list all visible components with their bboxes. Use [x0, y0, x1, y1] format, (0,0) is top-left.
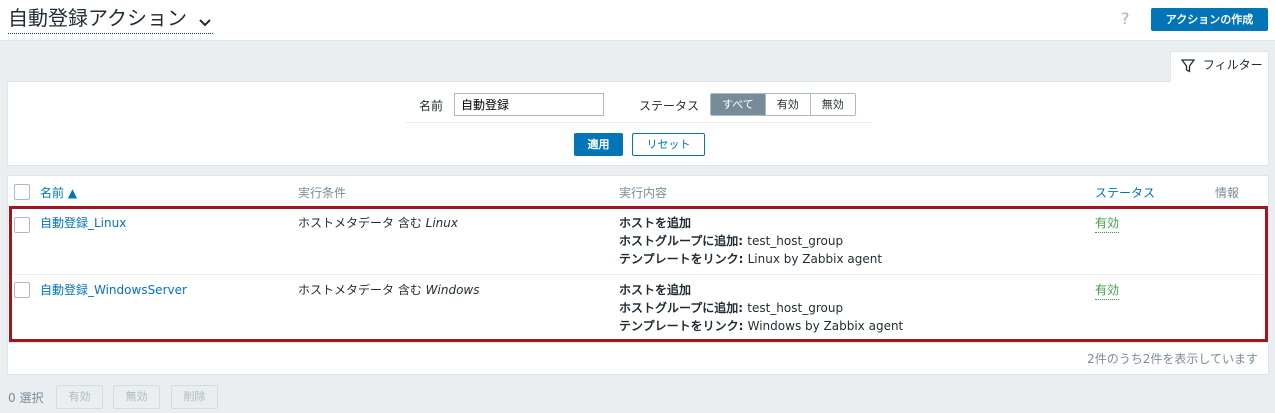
- operations-cell: ホストを追加 ホストグループに追加: test_host_group テンプレー…: [619, 281, 903, 335]
- column-header-info: 情報: [1215, 186, 1240, 200]
- operation-group-label: ホストグループに追加:: [619, 234, 748, 248]
- condition-prefix: ホストメタデータ 含む: [298, 283, 426, 297]
- operation-template-label: テンプレートをリンク:: [619, 319, 748, 333]
- mass-delete-button[interactable]: 削除: [171, 385, 218, 409]
- selected-count: 0 選択: [8, 391, 44, 405]
- column-header-name[interactable]: 名前 ▲: [40, 184, 77, 201]
- status-option-all[interactable]: すべて: [711, 94, 765, 115]
- condition-prefix: ホストメタデータ 含む: [298, 216, 426, 230]
- column-header-conditions: 実行条件: [298, 186, 347, 200]
- operation-group-value: test_host_group: [747, 301, 844, 315]
- create-action-button[interactable]: アクションの作成: [1151, 8, 1268, 31]
- status-option-enabled[interactable]: 有効: [764, 94, 810, 115]
- condition-cell: ホストメタデータ 含む Linux: [298, 214, 458, 232]
- condition-value: Windows: [425, 283, 480, 297]
- status-toggle-link[interactable]: 有効: [1095, 214, 1120, 233]
- mass-enable-button[interactable]: 有効: [56, 385, 103, 409]
- column-header-operations: 実行内容: [619, 186, 668, 200]
- operation-add-host: ホストを追加: [619, 283, 692, 297]
- filter-icon: [1180, 58, 1203, 73]
- column-header-status[interactable]: ステータス: [1095, 184, 1155, 201]
- operation-add-host: ホストを追加: [619, 216, 692, 230]
- operation-template-label: テンプレートをリンク:: [619, 252, 748, 266]
- operation-template-value: Linux by Zabbix agent: [747, 252, 883, 266]
- operation-template-value: Windows by Zabbix agent: [747, 319, 904, 333]
- page-title-dropdown[interactable]: 自動登録アクション: [8, 5, 214, 34]
- table-footer-count: 2件のうち2件を表示しています: [1087, 352, 1258, 366]
- header-divider: [8, 206, 1268, 207]
- chevron-down-icon: [199, 7, 212, 33]
- name-filter-label: 名前: [419, 99, 444, 113]
- operations-cell: ホストを追加 ホストグループに追加: test_host_group テンプレー…: [619, 214, 882, 268]
- filter-divider: [406, 122, 872, 123]
- condition-cell: ホストメタデータ 含む Windows: [298, 281, 479, 299]
- row-checkbox[interactable]: [14, 217, 30, 233]
- action-name-link[interactable]: 自動登録_Linux: [40, 214, 126, 232]
- apply-button[interactable]: 適用: [574, 133, 623, 156]
- row-checkbox[interactable]: [14, 282, 30, 298]
- condition-value: Linux: [425, 216, 458, 230]
- mass-disable-button[interactable]: 無効: [113, 385, 160, 409]
- name-filter-input[interactable]: [454, 93, 604, 116]
- row-divider: [8, 342, 1268, 343]
- status-toggle-link[interactable]: 有効: [1095, 281, 1120, 300]
- reset-button[interactable]: リセット: [632, 133, 705, 156]
- filter-tab-label: フィルター: [1202, 58, 1263, 72]
- status-filter-segmented: すべて 有効 無効: [710, 93, 856, 116]
- filter-tab[interactable]: フィルター: [1170, 51, 1269, 82]
- action-name-link[interactable]: 自動登録_WindowsServer: [40, 281, 187, 299]
- filter-panel: 名前 ステータス すべて 有効 無効 適用 リセット: [7, 81, 1269, 166]
- operation-group-value: test_host_group: [747, 234, 844, 248]
- actions-table: 名前 ▲ 実行条件 実行内容 ステータス 情報 自動登録_Linux ホストメタ…: [7, 175, 1269, 375]
- status-option-disabled[interactable]: 無効: [809, 94, 855, 115]
- page-header: 自動登録アクション ? アクションの作成: [0, 0, 1275, 41]
- operation-group-label: ホストグループに追加:: [619, 301, 748, 315]
- help-icon[interactable]: ?: [1121, 9, 1130, 28]
- select-all-checkbox[interactable]: [14, 184, 30, 200]
- page-title-text: 自動登録アクション: [8, 6, 187, 30]
- row-divider: [8, 274, 1268, 275]
- status-filter-label: ステータス: [639, 99, 700, 113]
